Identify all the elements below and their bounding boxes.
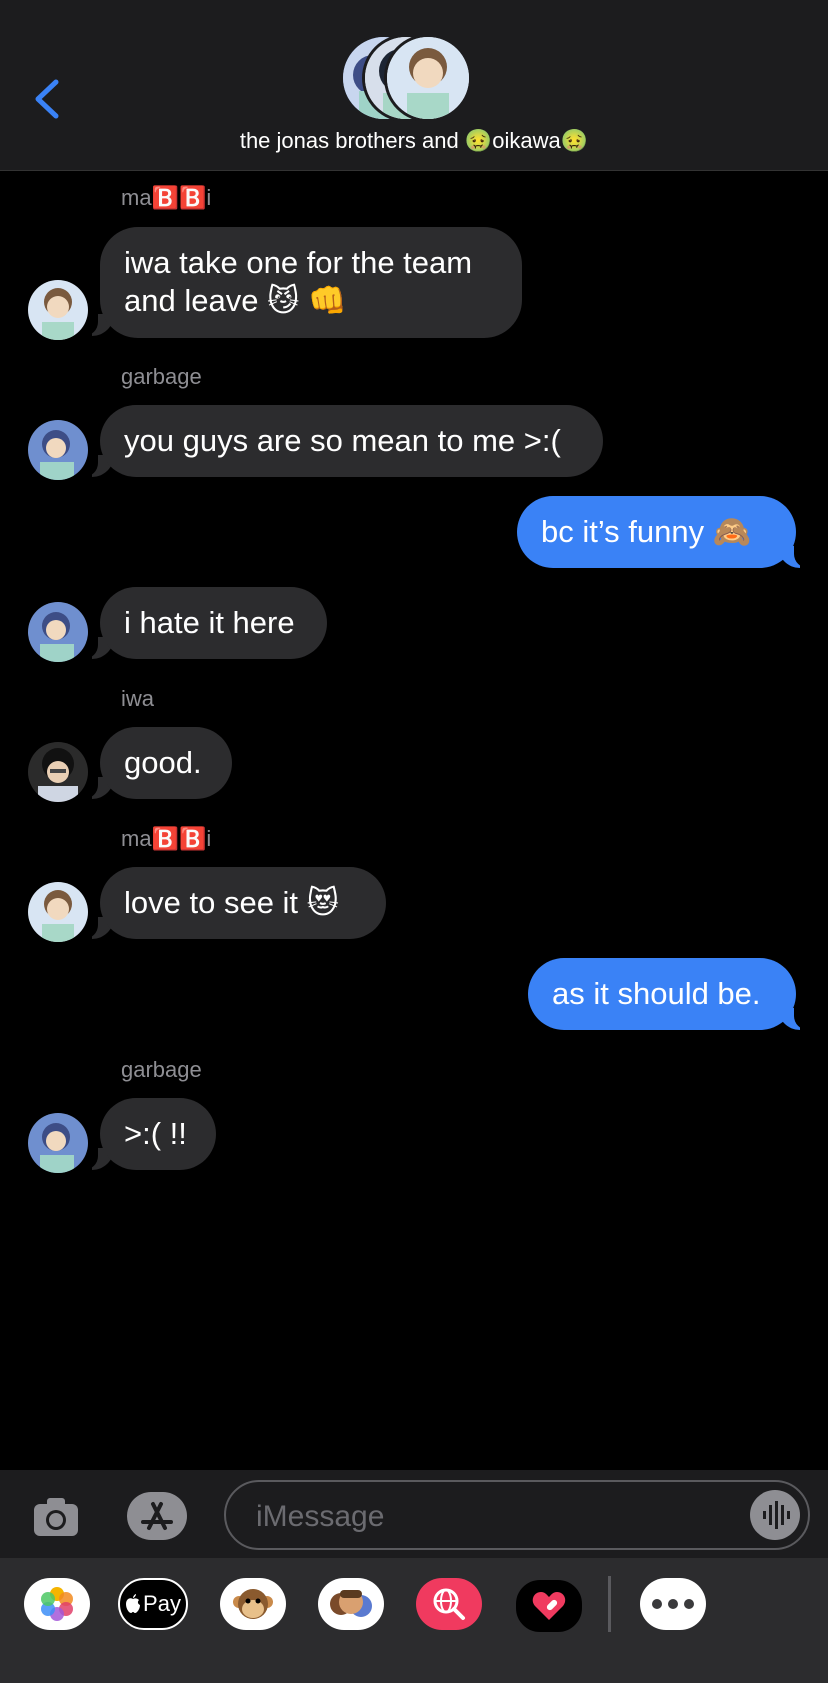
camera-icon[interactable] [32,1494,80,1538]
message-text: and leave 😼 👊 [124,283,347,318]
globe-search-icon [433,1588,465,1620]
waveform-icon [763,1501,790,1529]
monkey-icon [233,1589,273,1619]
message-bubble[interactable]: good. [100,727,232,799]
memoji-app-button[interactable] [318,1578,384,1630]
app-store-icon [141,1502,173,1530]
avatar [384,34,472,122]
message-text: bc it’s funny 🙈 [541,514,752,549]
title-emoji: 🤢 [464,129,493,154]
sender-name: ma🅱️🅱️i [121,826,212,851]
apple-pay-label: Pay [143,1591,181,1616]
search-images-app-button[interactable] [416,1578,482,1630]
title-prefix: the jonas brothers and [239,128,465,153]
compose-bar: iMessage [0,1470,828,1558]
message-text: i hate it here [124,605,295,640]
photos-icon [41,1587,73,1621]
message-input[interactable]: iMessage [224,1480,810,1550]
message-text: as it should be. [552,976,761,1011]
message-text: good. [124,745,202,780]
app-store-button[interactable] [127,1492,187,1540]
avatar[interactable] [28,602,88,662]
message-bubble-sent[interactable]: as it should be. [528,958,796,1030]
more-dots-icon [652,1599,694,1609]
message-text: love to see it 😻 [124,885,339,920]
sender-name: iwa [121,686,155,711]
title-name: oikawa [492,128,561,153]
apple-pay-button[interactable]: Pay [118,1578,188,1630]
message-bubble[interactable]: you guys are so mean to me >:( [100,405,603,477]
message-text: you guys are so mean to me >:( [124,423,561,458]
heart-touch-icon [532,1592,566,1620]
app-drawer: Pay [0,1558,828,1683]
title-emoji: 🤢 [560,129,589,154]
photos-app-button[interactable] [24,1578,90,1630]
message-bubble[interactable]: >:( !! [100,1098,216,1170]
message-bubble[interactable]: i hate it here [100,587,327,659]
avatar[interactable] [28,280,88,340]
digital-touch-app-button[interactable] [514,1578,584,1634]
message-text: iwa take one for the team [124,245,473,280]
animoji-app-button[interactable] [220,1578,286,1630]
message-bubble-sent[interactable]: bc it’s funny 🙈 [517,496,796,568]
avatar[interactable] [28,1113,88,1173]
apple-logo-icon [126,1594,141,1613]
conversation-header: the jonas brothers and 🤢oikawa🤢 [0,0,828,171]
message-bubble[interactable]: iwa take one for the team and leave 😼 👊 [100,227,522,338]
sender-name: garbage [121,364,202,389]
group-avatars[interactable] [340,34,490,122]
avatar[interactable] [28,742,88,802]
avatar[interactable] [28,420,88,480]
message-text: >:( !! [124,1116,187,1151]
memoji-icon [330,1590,372,1617]
audio-record-button[interactable] [750,1490,800,1540]
message-input-placeholder: iMessage [256,1500,385,1533]
tray-divider [608,1576,611,1632]
conversation-title[interactable]: the jonas brothers and 🤢oikawa🤢 [0,128,828,154]
back-chevron-icon[interactable] [30,76,70,122]
avatar[interactable] [28,882,88,942]
more-apps-button[interactable] [640,1578,706,1630]
sender-name: garbage [121,1057,202,1082]
message-bubble[interactable]: love to see it 😻 [100,867,386,939]
sender-name: ma🅱️🅱️i [121,185,212,210]
